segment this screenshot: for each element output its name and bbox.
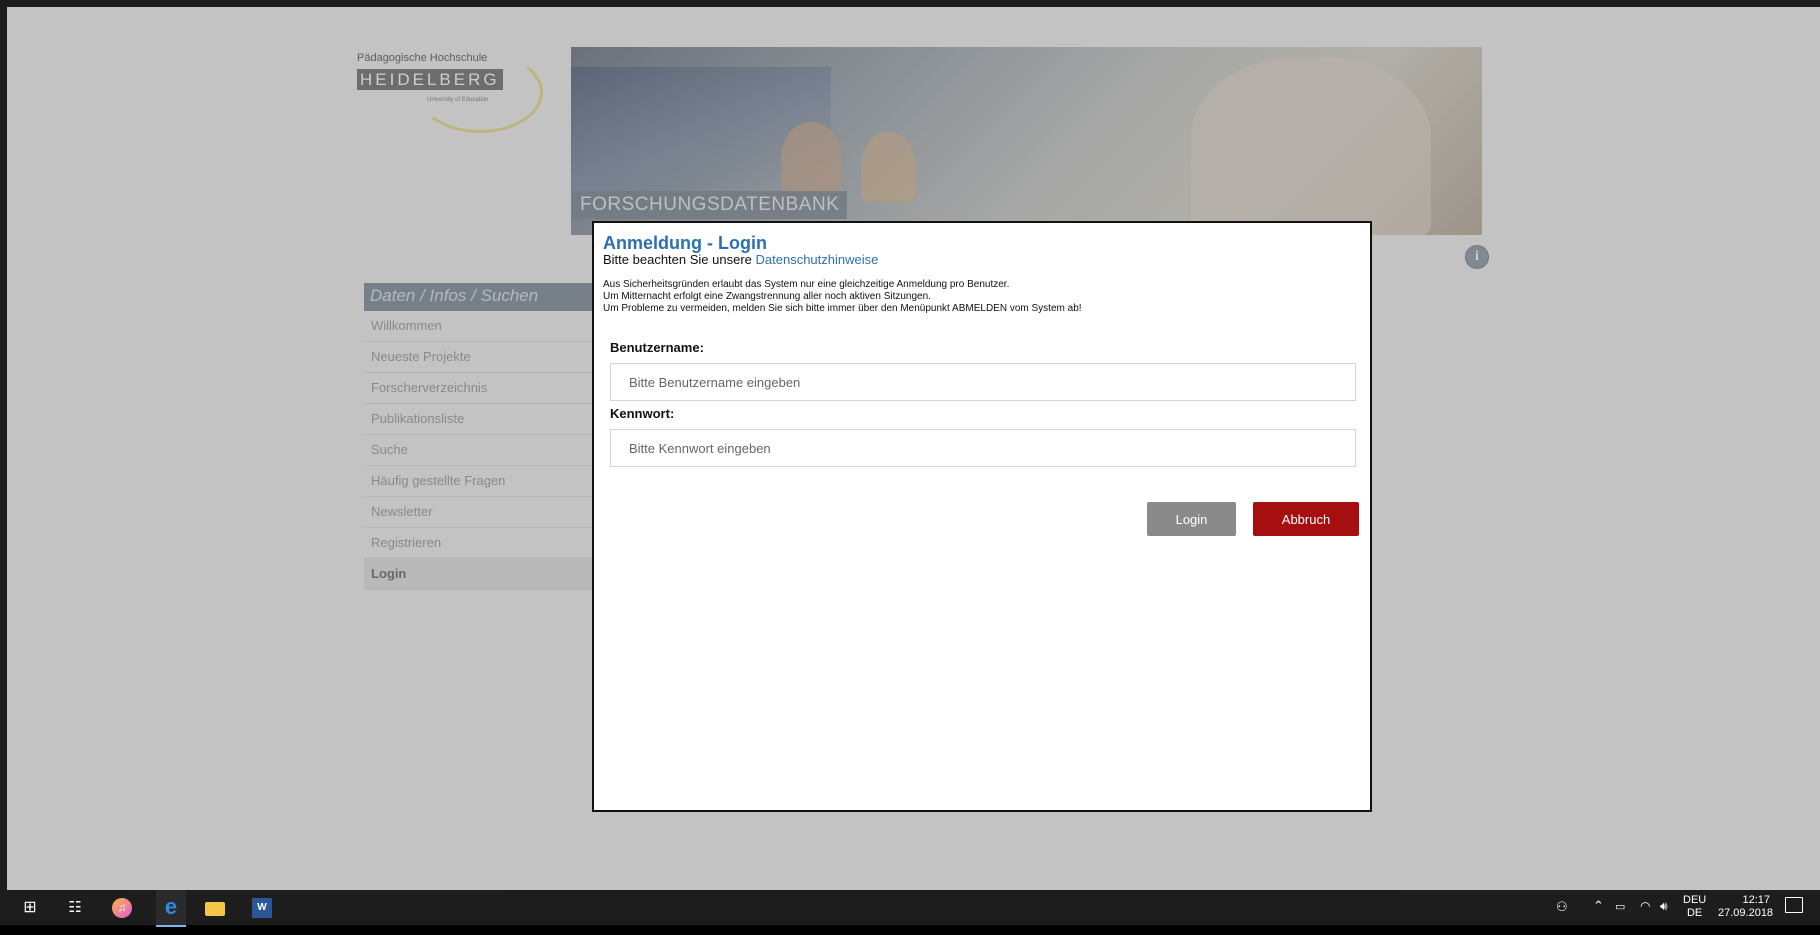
dialog-title: Anmeldung - Login [603, 233, 767, 253]
volume-icon[interactable]: 🔊︎ [1660, 899, 1668, 934]
clock-date: 27.09.2018 [1718, 907, 1774, 919]
security-messages: Aus Sicherheitsgründen erlaubt das Syste… [603, 279, 1082, 315]
password-input[interactable] [610, 429, 1356, 467]
clock-time: 12:17 [1742, 894, 1770, 906]
login-button[interactable]: Login [1147, 502, 1236, 536]
screen-border-top [0, 0, 1820, 7]
task-view-icon[interactable]: ☷ [65, 898, 85, 918]
file-explorer-icon[interactable] [205, 902, 225, 916]
action-center-icon[interactable] [1785, 897, 1803, 913]
privacy-link[interactable]: Datenschutzhinweise [756, 252, 879, 267]
username-label: Benutzername: [610, 340, 704, 355]
privacy-note: Bitte beachten Sie unsere Datenschutzhin… [603, 252, 878, 267]
word-icon[interactable]: W [252, 898, 272, 918]
system-clock[interactable]: 12:17 27.09.2018 [1718, 894, 1774, 929]
login-dialog: Anmeldung - Login Bitte beachten Sie uns… [592, 221, 1372, 812]
edge-icon[interactable]: e [156, 890, 186, 927]
language-code: DEU [1683, 894, 1707, 906]
security-message: Um Probleme zu vermeiden, melden Sie sic… [603, 303, 1082, 314]
security-message: Um Mitternacht erfolgt eine Zwangstrennu… [603, 291, 931, 302]
username-input[interactable] [610, 363, 1356, 401]
itunes-icon[interactable]: ♫ [112, 898, 132, 918]
browser-viewport: Pädagogische Hochschule HEIDELBERG Unive… [7, 7, 1820, 890]
security-message: Aus Sicherheitsgründen erlaubt das Syste… [603, 279, 1010, 290]
wifi-icon[interactable]: ◠ [1640, 899, 1650, 934]
battery-icon[interactable]: ▭ [1615, 900, 1625, 935]
show-hidden-icons-icon[interactable]: ⌃ [1593, 898, 1604, 933]
input-language[interactable]: DEU DE [1683, 894, 1706, 929]
privacy-note-text: Bitte beachten Sie unsere [603, 252, 752, 267]
people-icon[interactable]: ⚇ [1556, 899, 1568, 934]
keyboard-layout: DE [1686, 907, 1703, 919]
windows-taskbar: ⊞ ☷ ♫ e W ⚇ ⌃ ▭ ◠ 🔊︎ DEU DE 12:17 27.09.… [0, 890, 1820, 927]
windows-start-icon[interactable]: ⊞ [20, 898, 40, 918]
screen-border-left [0, 0, 7, 890]
password-label: Kennwort: [610, 406, 675, 421]
cancel-button[interactable]: Abbruch [1253, 502, 1359, 536]
